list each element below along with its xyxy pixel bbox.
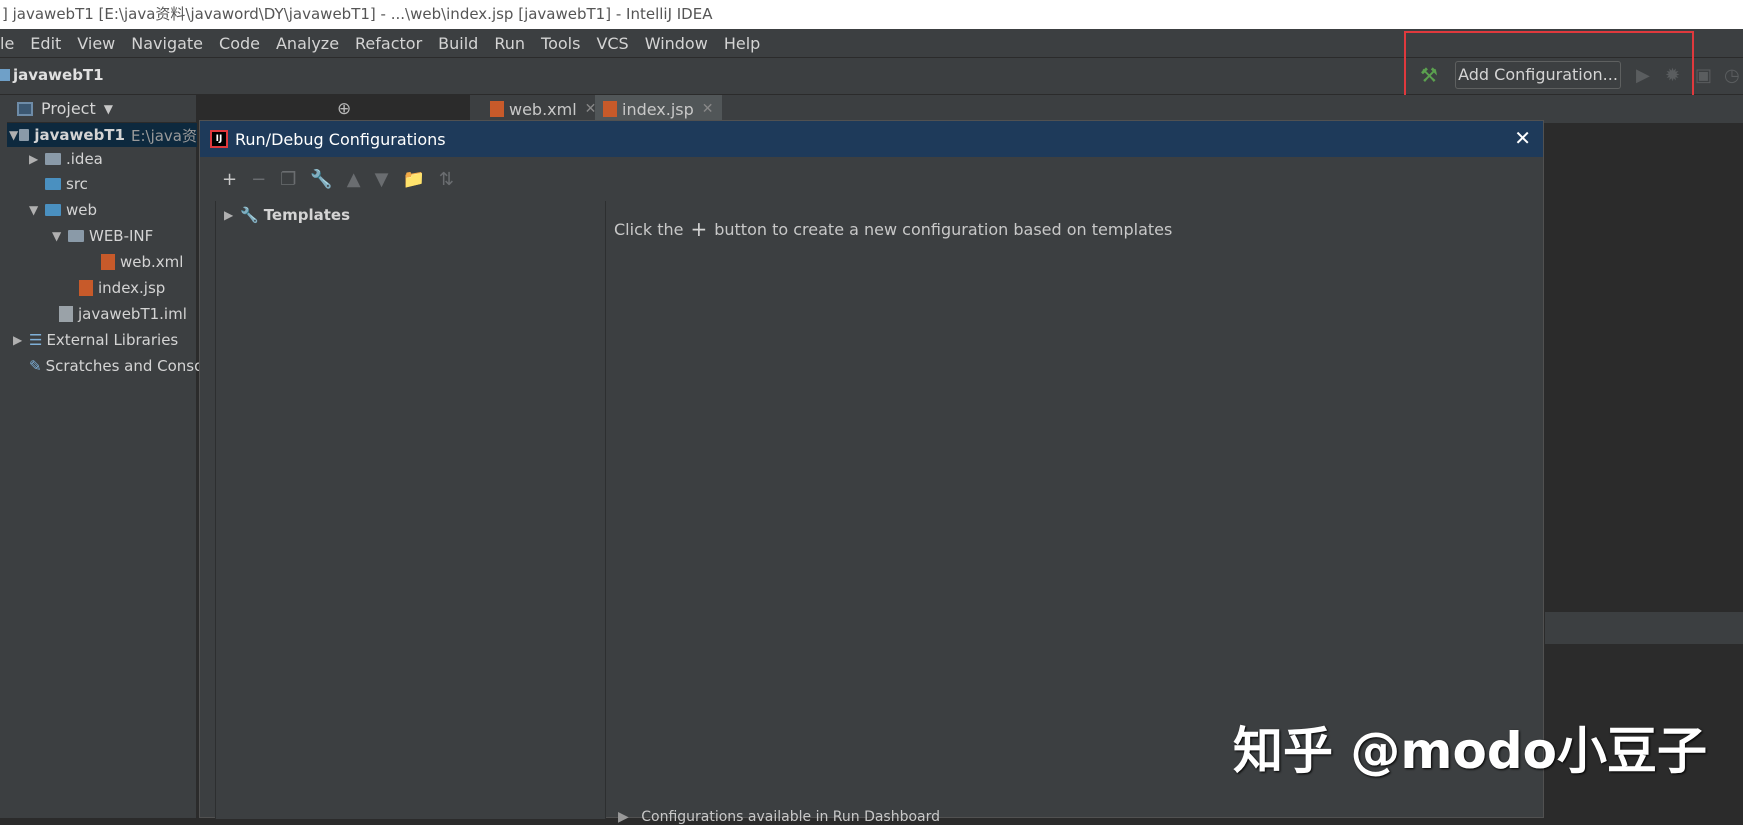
module-folder-icon — [19, 129, 30, 141]
tree-item-web-xml[interactable]: web.xml — [101, 250, 183, 274]
tab-label: index.jsp — [622, 99, 694, 119]
templates-label: Templates — [263, 206, 351, 224]
hint-text-after: button to create a new configuration bas… — [714, 219, 1173, 239]
hint-text-before: Click the — [614, 219, 684, 239]
source-folder-icon — [45, 178, 61, 190]
web-folder-icon — [45, 204, 61, 216]
collapsed-arrow-icon[interactable]: ▶ — [13, 333, 29, 347]
sort-icon[interactable]: ⇅ — [439, 169, 454, 190]
move-up-icon[interactable]: ▲ — [347, 169, 361, 190]
expand-arrow-icon[interactable]: ▼ — [52, 229, 68, 243]
tree-label: WEB-INF — [89, 227, 154, 245]
add-icon: + — [690, 217, 708, 241]
remove-icon[interactable]: − — [251, 169, 266, 190]
menu-window[interactable]: Window — [645, 34, 708, 53]
jsp-file-icon — [603, 101, 617, 117]
tree-label: Scratches and Conso — [45, 357, 204, 375]
tree-item-external-libraries[interactable]: ▶ ☰ External Libraries — [13, 328, 178, 352]
new-folder-icon[interactable]: 📁 — [402, 169, 424, 190]
tree-item-iml[interactable]: javawebT1.iml — [59, 302, 187, 326]
tree-item-project-root[interactable]: ▼ javawebT1 E:\java资 — [7, 123, 197, 147]
tree-label: External Libraries — [46, 331, 179, 349]
profile-icon[interactable]: ◷ — [1724, 65, 1740, 86]
menu-tools[interactable]: Tools — [541, 34, 580, 53]
tree-item-web[interactable]: ▼ web — [29, 198, 97, 222]
editor-bottom-strip — [1545, 612, 1743, 644]
coverage-icon[interactable]: ▣ — [1695, 65, 1712, 86]
project-panel-header[interactable]: Project ▼ ⊕ — [7, 95, 351, 123]
project-tool-window: Project ▼ ⊕ ▼ javawebT1 E:\java资 ▶ .idea… — [7, 95, 351, 818]
window-title-bar: ] javawebT1 [E:\java资料\javaword\DY\javaw… — [0, 0, 1743, 29]
editor-tab-bar: web.xml ✕ index.jsp ✕ — [470, 95, 1743, 123]
expand-arrow-icon[interactable]: ▼ — [9, 128, 19, 142]
xml-file-icon — [101, 254, 115, 270]
intellij-logo-icon: IJ — [210, 130, 228, 148]
wrench-icon[interactable]: 🔧 — [310, 169, 332, 190]
run-dashboard-label: Configurations available in Run Dashboar… — [641, 809, 941, 825]
tree-label: src — [66, 175, 88, 193]
run-dashboard-section[interactable]: ▶ Configurations available in Run Dashbo… — [618, 809, 940, 825]
close-icon[interactable]: ✕ — [1514, 126, 1531, 150]
menu-refactor[interactable]: Refactor — [355, 34, 422, 53]
xml-file-icon — [490, 101, 504, 117]
window-title: ] javawebT1 [E:\java资料\javaword\DY\javaw… — [2, 5, 713, 23]
scratches-icon: ✎ — [29, 357, 42, 375]
tree-item-src[interactable]: src — [45, 172, 88, 196]
tree-label: index.jsp — [98, 279, 166, 297]
tree-item-index-jsp[interactable]: index.jsp — [79, 276, 165, 300]
dialog-toolbar: + − ❐ 🔧 ▲ ▼ 📁 ⇅ — [200, 157, 1543, 201]
module-folder-icon — [0, 69, 10, 81]
collapsed-arrow-icon[interactable]: ▶ — [618, 809, 629, 825]
menu-run[interactable]: Run — [494, 34, 525, 53]
menu-vcs[interactable]: VCS — [596, 34, 628, 53]
tree-item-web-inf[interactable]: ▼ WEB-INF — [52, 224, 153, 248]
empty-hint: Click the + button to create a new confi… — [614, 217, 1172, 241]
expand-arrow-icon[interactable]: ▼ — [29, 203, 45, 217]
menu-file[interactable]: le — [0, 34, 14, 53]
breadcrumb-project: javawebT1 — [13, 66, 104, 84]
tree-item-idea[interactable]: ▶ .idea — [29, 147, 103, 171]
jsp-file-icon — [79, 280, 93, 296]
tab-web-xml[interactable]: web.xml ✕ — [482, 95, 604, 123]
watermark: 知乎 @modo小豆子 — [1233, 722, 1707, 780]
project-panel-icon — [17, 101, 33, 116]
folder-icon — [68, 230, 84, 242]
tab-label: web.xml — [509, 99, 577, 119]
copy-icon[interactable]: ❐ — [280, 169, 296, 190]
close-tab-icon[interactable]: ✕ — [702, 101, 714, 117]
menu-navigate[interactable]: Navigate — [131, 34, 203, 53]
menu-edit[interactable]: Edit — [30, 34, 61, 53]
dialog-title-bar: IJ Run/Debug Configurations ✕ — [200, 121, 1543, 157]
configurations-tree: ▶ 🔧 Templates — [215, 201, 606, 819]
tree-label: .idea — [66, 150, 103, 168]
move-down-icon[interactable]: ▼ — [375, 169, 389, 190]
folder-icon — [45, 153, 61, 165]
left-tool-strip — [0, 95, 7, 818]
add-icon[interactable]: + — [222, 169, 237, 190]
tree-item-scratches[interactable]: ✎ Scratches and Conso — [29, 354, 203, 378]
iml-file-icon — [59, 306, 73, 322]
tree-path: E:\java资 — [130, 126, 197, 145]
tree-label: javawebT1.iml — [78, 305, 187, 323]
collapsed-arrow-icon[interactable]: ▶ — [29, 152, 45, 166]
menu-help[interactable]: Help — [724, 34, 760, 53]
project-panel-title: Project — [41, 99, 96, 118]
tab-index-jsp[interactable]: index.jsp ✕ — [595, 95, 722, 123]
menu-view[interactable]: View — [77, 34, 115, 53]
wrench-icon: 🔧 — [240, 206, 259, 224]
libraries-icon: ☰ — [29, 331, 43, 349]
chevron-down-icon[interactable]: ▼ — [104, 102, 113, 116]
menu-analyze[interactable]: Analyze — [276, 34, 339, 53]
menu-build[interactable]: Build — [438, 34, 478, 53]
collapsed-arrow-icon[interactable]: ▶ — [224, 208, 240, 222]
menu-code[interactable]: Code — [219, 34, 260, 53]
breadcrumb[interactable]: javawebT1 — [0, 66, 104, 84]
dialog-title: Run/Debug Configurations — [235, 129, 446, 149]
tree-label: javawebT1 — [34, 126, 125, 144]
tree-label: web.xml — [120, 253, 184, 271]
tree-item-templates[interactable]: ▶ 🔧 Templates — [216, 201, 605, 229]
tree-label: web — [66, 201, 98, 219]
locate-icon[interactable]: ⊕ — [337, 99, 351, 119]
